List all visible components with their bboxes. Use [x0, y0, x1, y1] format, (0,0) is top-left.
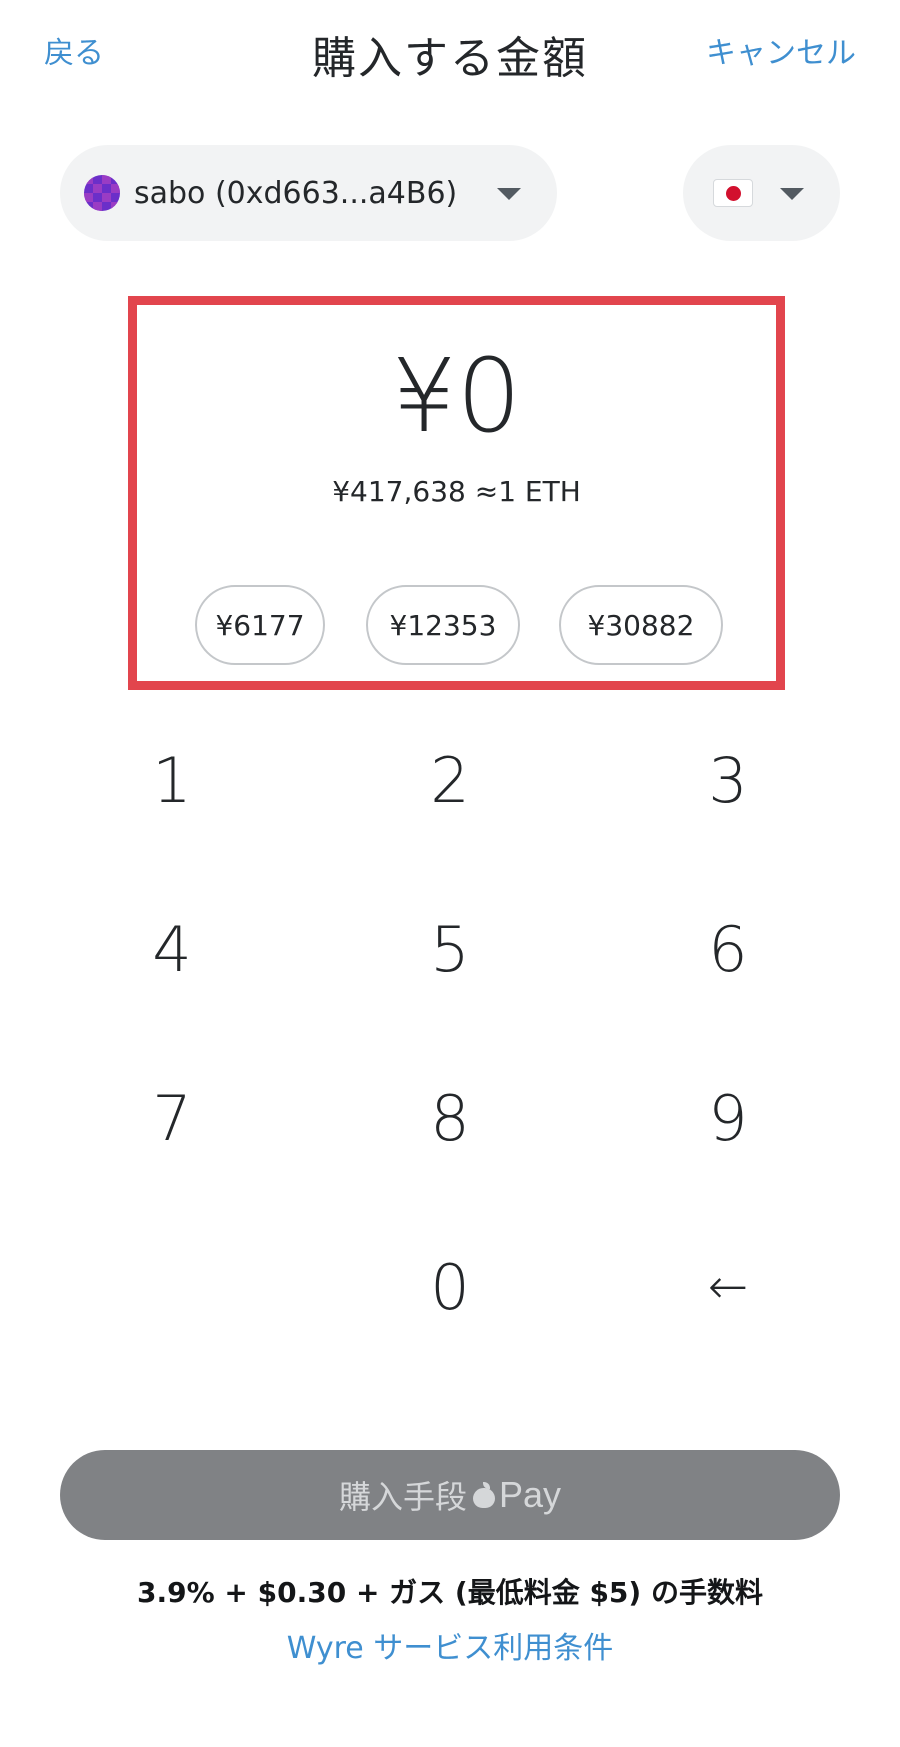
number-keypad: 1 2 3 4 5 6 7 8 9 0 ← [60, 720, 840, 1360]
chevron-down-icon [497, 188, 521, 200]
amount-value: ¥0 [391, 337, 522, 456]
amount-panel: ¥0 ¥417,638 ≈1 ETH ¥6177 ¥12353 ¥30882 [128, 296, 785, 690]
preset-amount-button[interactable]: ¥12353 [366, 585, 520, 665]
japan-flag-icon [713, 179, 753, 207]
fee-text: 3.9% + $0.30 + ガス (最低料金 $5) の手数料 [137, 1576, 763, 1609]
arrow-left-icon: ← [707, 1259, 749, 1315]
preset-amount-button[interactable]: ¥30882 [559, 585, 723, 665]
header: 戻る 購入する金額 キャンセル [0, 0, 900, 100]
pay-label: Pay [498, 1474, 562, 1515]
back-button[interactable]: 戻る [44, 28, 104, 72]
key-7[interactable]: 7 [62, 1058, 282, 1178]
account-label: sabo (0xd663...a4B6) [134, 175, 458, 211]
backspace-button[interactable]: ← [618, 1227, 838, 1347]
preset-amount-button[interactable]: ¥6177 [195, 585, 325, 665]
key-4[interactable]: 4 [62, 889, 282, 1009]
exchange-rate: ¥417,638 ≈1 ETH [332, 475, 581, 508]
key-3[interactable]: 3 [618, 720, 838, 840]
apple-pay-button-label: 購入手段 [338, 1478, 467, 1516]
cancel-button[interactable]: キャンセル [706, 28, 856, 72]
key-0[interactable]: 0 [340, 1227, 560, 1347]
key-1[interactable]: 1 [62, 720, 282, 840]
key-6[interactable]: 6 [618, 889, 838, 1009]
identicon-avatar-icon [84, 175, 120, 211]
currency-selector[interactable] [683, 145, 840, 241]
chevron-down-icon [780, 188, 804, 200]
key-8[interactable]: 8 [340, 1058, 560, 1178]
key-2[interactable]: 2 [340, 720, 560, 840]
key-9[interactable]: 9 [618, 1058, 838, 1178]
key-5[interactable]: 5 [340, 889, 560, 1009]
apple-pay-button[interactable]: 購入手段 Pay [60, 1450, 840, 1540]
terms-link[interactable]: Wyre サービス利用条件 [0, 1623, 900, 1667]
account-selector[interactable]: sabo (0xd663...a4B6) [60, 145, 557, 241]
apple-logo-icon [472, 1482, 495, 1508]
